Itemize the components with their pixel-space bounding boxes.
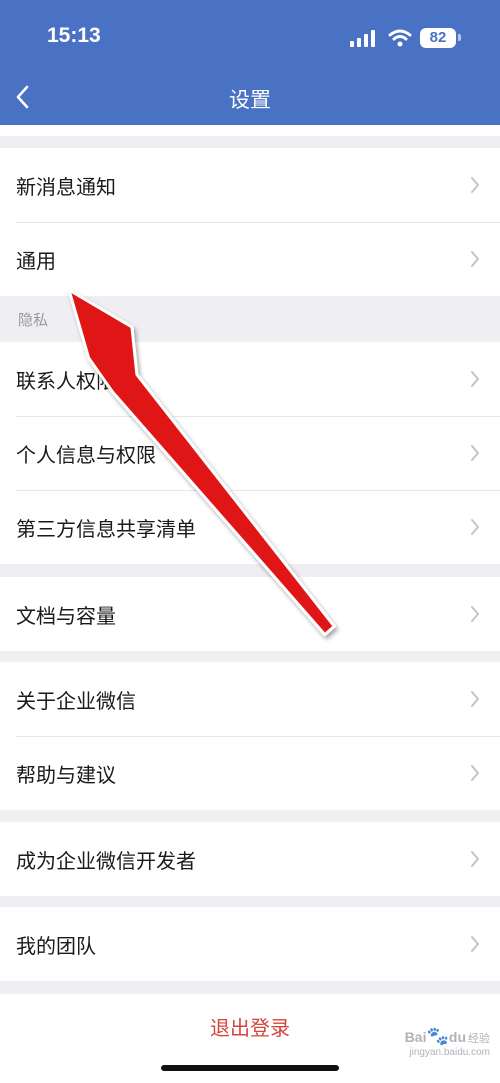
row-label: 联系人权限 [16, 368, 116, 393]
group-about: 关于企业微信 帮助与建议 [0, 662, 500, 810]
chevron-right-icon [471, 519, 479, 535]
chevron-right-icon [471, 445, 479, 461]
row-third-party-sharing-list[interactable]: 第三方信息共享清单 [0, 490, 500, 564]
wifi-icon [388, 29, 412, 47]
group-notify: 新消息通知 通用 [0, 148, 500, 296]
row-label: 通用 [16, 248, 56, 273]
watermark-sub: 经验 [468, 1032, 490, 1045]
watermark-url: jingyan.baidu.com [409, 1047, 490, 1058]
row-help-feedback[interactable]: 帮助与建议 [0, 736, 500, 810]
battery-tip [458, 34, 461, 41]
watermark-text: Bai [404, 1029, 427, 1045]
row-my-team[interactable]: 我的团队 [0, 907, 500, 981]
row-label: 我的团队 [16, 933, 96, 958]
row-label: 个人信息与权限 [16, 442, 156, 467]
chevron-right-icon [471, 691, 479, 707]
row-contact-permissions[interactable]: 联系人权限 [0, 342, 500, 416]
chevron-right-icon [471, 851, 479, 867]
chevron-right-icon [471, 936, 479, 952]
chevron-right-icon [471, 371, 479, 387]
battery-level: 82 [420, 28, 456, 48]
watermark: Bai🐾du 经验 jingyan.baidu.com [405, 1026, 490, 1058]
row-about-wecom[interactable]: 关于企业微信 [0, 662, 500, 736]
row-label: 第三方信息共享清单 [16, 516, 196, 541]
group-storage: 文档与容量 [0, 577, 500, 651]
group-privacy: 联系人权限 个人信息与权限 第三方信息共享清单 [0, 342, 500, 564]
nav-header: 15:13 82 设置 [0, 0, 500, 125]
chevron-right-icon [471, 765, 479, 781]
status-time: 15:13 [47, 24, 101, 47]
paw-icon: 🐾 [426, 1026, 449, 1047]
row-label: 帮助与建议 [16, 762, 116, 787]
watermark-text-2: du [448, 1029, 466, 1045]
section-header-privacy: 隐私 [18, 311, 49, 329]
chevron-right-icon [471, 177, 479, 193]
row-become-developer[interactable]: 成为企业微信开发者 [0, 822, 500, 896]
row-new-message-notification[interactable]: 新消息通知 [0, 148, 500, 222]
row-label: 新消息通知 [16, 174, 116, 199]
page-title: 设置 [229, 88, 271, 112]
row-personal-info-permissions[interactable]: 个人信息与权限 [0, 416, 500, 490]
row-label: 文档与容量 [16, 603, 116, 628]
top-strip [0, 125, 500, 136]
group-team: 我的团队 [0, 907, 500, 981]
row-documents-storage[interactable]: 文档与容量 [0, 577, 500, 651]
chevron-right-icon [471, 251, 479, 267]
chevron-right-icon [471, 606, 479, 622]
group-developer: 成为企业微信开发者 [0, 822, 500, 896]
signal-icon [350, 30, 375, 47]
row-label: 关于企业微信 [16, 688, 136, 713]
row-general[interactable]: 通用 [0, 222, 500, 296]
row-label: 成为企业微信开发者 [16, 848, 196, 873]
home-indicator [161, 1065, 339, 1071]
